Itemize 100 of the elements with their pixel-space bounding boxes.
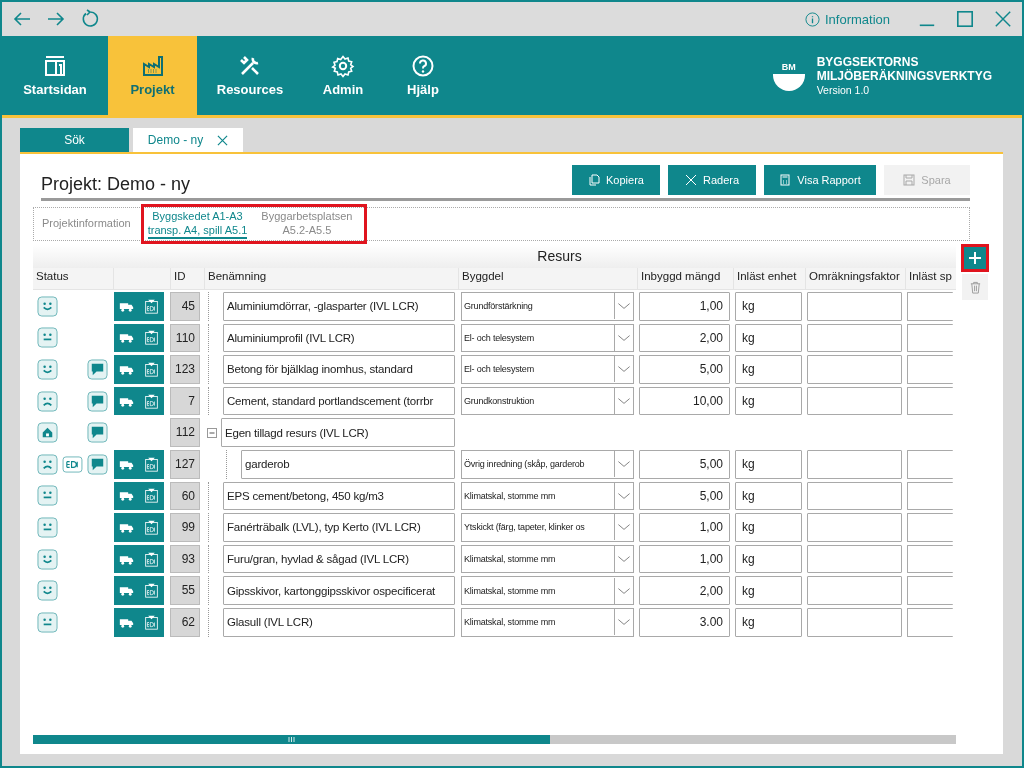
building-part-dropdown[interactable]: Ytskickt (färg, tapeter, klinker os [461,513,634,542]
resource-actions[interactable] [114,292,164,321]
amount-field[interactable]: 5,00 [639,449,730,479]
amount-field[interactable]: 5,00 [639,355,730,384]
name-field[interactable]: Glasull (IVL LCR) [223,607,455,637]
resource-actions[interactable] [114,386,164,416]
input-field[interactable] [907,323,953,353]
resource-actions[interactable] [114,449,164,479]
comment-icon[interactable] [87,390,108,412]
unit-field[interactable]: kg [735,449,802,479]
building-part-dropdown[interactable]: El- och telesystem [461,355,634,384]
resource-actions[interactable] [114,513,164,542]
building-part-dropdown[interactable]: Klimatskal, stomme mm [461,544,634,574]
section-tab[interactable]: Projektinformation [42,216,131,232]
input-field[interactable] [907,576,953,605]
epd-document-icon[interactable] [144,519,159,535]
comment-icon[interactable] [87,453,108,475]
horizontal-scrollbar[interactable] [33,735,956,744]
amount-field[interactable]: 5,00 [639,481,730,511]
building-part-dropdown[interactable]: Grundkonstruktion [461,386,634,416]
section-tab[interactable]: Byggarbetsplatsen A5.2-A5.5 [261,209,353,239]
action-button[interactable]: Kopiera [572,165,660,195]
close-icon[interactable] [994,10,1012,28]
close-icon[interactable] [217,134,229,146]
comment-icon[interactable] [87,422,108,444]
epd-document-icon[interactable] [144,456,159,472]
epd-document-icon[interactable] [144,551,159,567]
action-button[interactable]: Radera [668,165,756,195]
resource-actions[interactable] [114,323,164,353]
unit-field[interactable]: kg [735,544,802,574]
unit-field[interactable]: kg [735,576,802,605]
conversion-factor-field[interactable] [807,481,902,511]
nav-tab[interactable]: Projekt [108,36,197,115]
input-field[interactable] [907,292,953,321]
name-field[interactable]: Cement, standard portlandscement (torrbr [223,386,455,416]
input-field[interactable] [907,481,953,511]
amount-field[interactable]: 3.00 [639,607,730,637]
section-tab[interactable]: Byggskedet A1-A3 transp. A4, spill A5.1 [147,209,248,239]
resource-actions[interactable] [114,544,164,574]
conversion-factor-field[interactable] [807,386,902,416]
document-tab[interactable]: Sök [20,128,129,152]
unit-field[interactable]: kg [735,481,802,511]
unit-field[interactable]: kg [735,607,802,637]
resource-actions[interactable] [114,355,164,384]
unit-field[interactable]: kg [735,513,802,542]
delete-button[interactable] [962,274,988,300]
input-field[interactable] [907,513,953,542]
epd-document-icon[interactable] [144,362,159,377]
resource-actions[interactable] [114,607,164,637]
epd-document-icon[interactable] [144,393,159,409]
conversion-factor-field[interactable] [807,513,902,542]
maximize-icon[interactable] [956,10,974,28]
name-field[interactable]: garderob [241,449,455,479]
epd-document-icon[interactable] [144,583,159,599]
unit-field[interactable]: kg [735,323,802,353]
name-field[interactable]: Fanérträbalk (LVL), typ Kerto (IVL LCR) [223,513,455,542]
unit-field[interactable]: kg [735,292,802,321]
amount-field[interactable]: 2,00 [639,323,730,353]
input-field[interactable] [907,386,953,416]
resource-actions[interactable] [114,576,164,605]
epd-document-icon[interactable] [144,614,159,630]
conversion-factor-field[interactable] [807,323,902,353]
comment-icon[interactable] [87,359,108,380]
input-field[interactable] [907,607,953,637]
conversion-factor-field[interactable] [807,544,902,574]
name-field[interactable]: Aluminiumprofil (IVL LCR) [223,323,455,353]
name-field[interactable]: Egen tillagd resurs (IVL LCR) [221,418,455,447]
input-field[interactable] [907,449,953,479]
amount-field[interactable]: 10,00 [639,386,730,416]
document-tab[interactable]: Demo - ny [133,128,243,152]
action-button[interactable]: Visa Rapport [764,165,876,195]
amount-field[interactable]: 1,00 [639,292,730,321]
building-part-dropdown[interactable]: Övrig inredning (skåp, garderob [461,449,634,479]
amount-field[interactable]: 2,00 [639,576,730,605]
amount-field[interactable]: 1,00 [639,544,730,574]
building-part-dropdown[interactable]: Grundförstärkning [461,292,634,321]
epd-document-icon[interactable] [144,488,159,504]
epd-document-icon[interactable] [144,330,159,346]
conversion-factor-field[interactable] [807,576,902,605]
name-field[interactable]: Aluminiumdörrar, -glasparter (IVL LCR) [223,292,455,321]
name-field[interactable]: Furu/gran, hyvlad & sågad (IVL LCR) [223,544,455,574]
conversion-factor-field[interactable] [807,607,902,637]
name-field[interactable]: Gipsskivor, kartonggipsskivor ospecificerat [223,576,455,605]
conversion-factor-field[interactable] [807,449,902,479]
input-field[interactable] [907,544,953,574]
add-button[interactable] [961,244,989,272]
amount-field[interactable]: 1,00 [639,513,730,542]
name-field[interactable]: EPS cement/betong, 450 kg/m3 [223,481,455,511]
building-part-dropdown[interactable]: El- och telesystem [461,323,634,353]
building-part-dropdown[interactable]: Klimatskal, stomme mm [461,607,634,637]
building-part-dropdown[interactable]: Klimatskal, stomme mm [461,481,634,511]
input-field[interactable] [907,355,953,384]
building-part-dropdown[interactable]: Klimatskal, stomme mm [461,576,634,605]
refresh-icon[interactable] [80,9,100,29]
epd-document-icon[interactable] [144,298,159,314]
conversion-factor-field[interactable] [807,292,902,321]
name-field[interactable]: Betong för bjälklag inomhus, standard [223,355,455,384]
resource-actions[interactable] [114,481,164,511]
unit-field[interactable]: kg [735,355,802,384]
conversion-factor-field[interactable] [807,355,902,384]
